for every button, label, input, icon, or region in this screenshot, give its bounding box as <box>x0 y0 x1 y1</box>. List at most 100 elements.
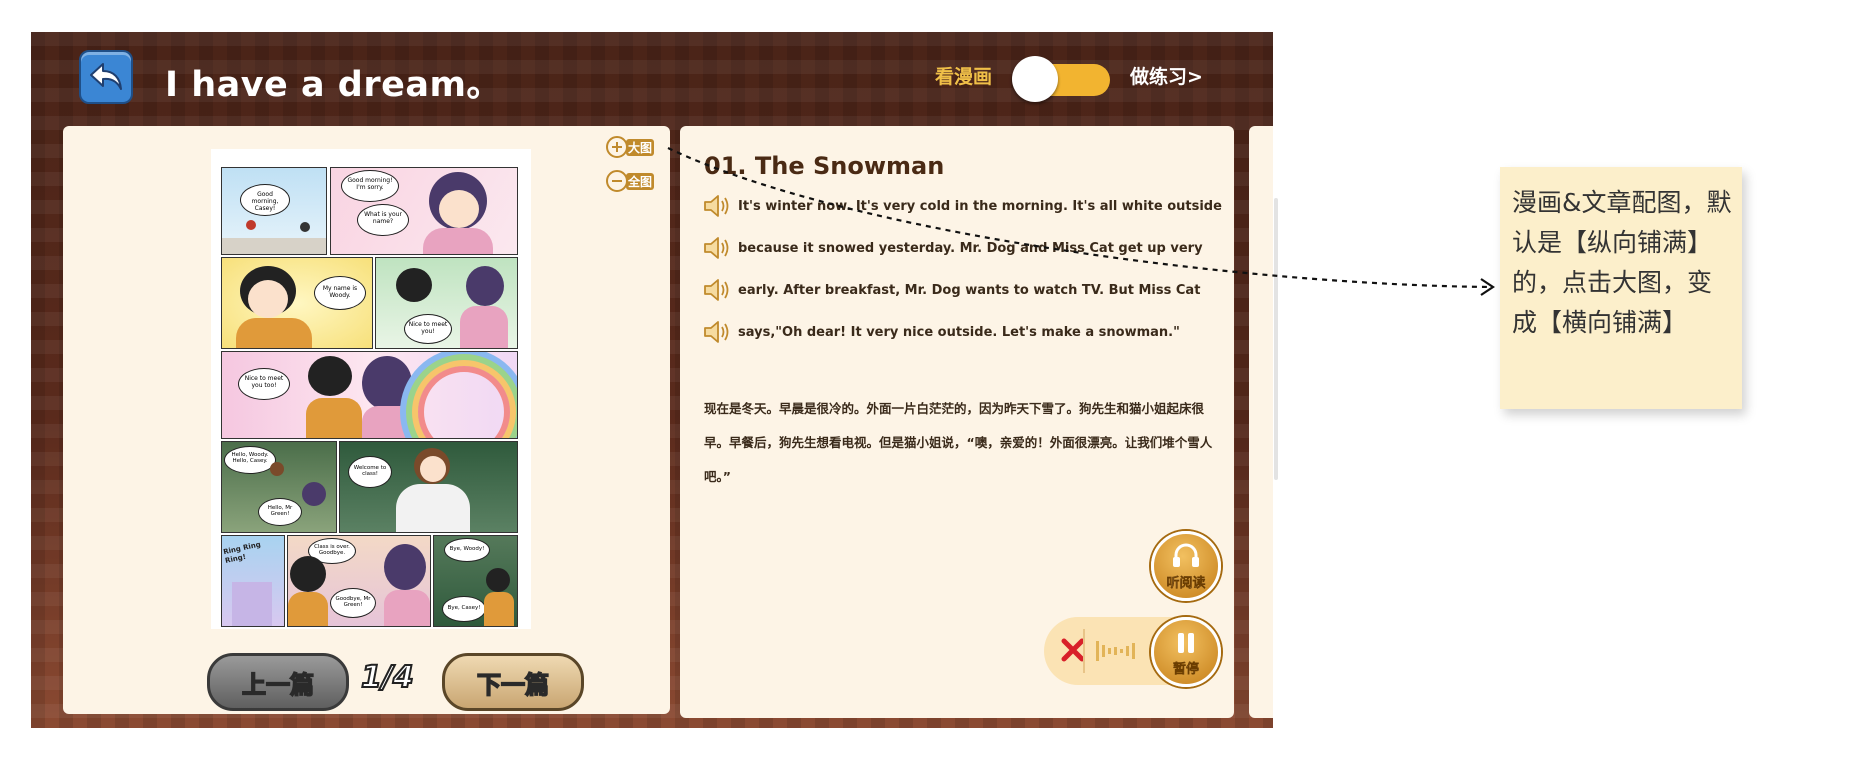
bubble-text: Hello, Mr Green! <box>267 505 293 517</box>
character <box>302 482 326 506</box>
building <box>232 582 272 626</box>
bubble-text: Nice to meet you too! <box>244 375 284 389</box>
character <box>466 266 504 306</box>
character <box>439 190 479 228</box>
comic-frame: Class is over. Goodbye. Goodbye, Mr Gree… <box>287 535 431 627</box>
divider <box>1083 629 1085 673</box>
bubble-text: My name is Woody. <box>322 285 358 299</box>
comic-frame: Nice to meet you too! <box>221 351 518 439</box>
comic-image[interactable]: Good morning, Casey! Good morning! I'm s… <box>211 149 531 629</box>
headphones-icon <box>1173 543 1199 567</box>
back-arrow-icon <box>90 63 122 90</box>
character <box>236 318 312 348</box>
listen-label: 听阅读 <box>1166 576 1206 591</box>
bubble-text: Bye, Woody! <box>449 546 485 552</box>
bubble-text: Welcome to class! <box>353 465 387 477</box>
pause-icon <box>1178 633 1194 653</box>
bubble-text: Hello, Woody. Hello, Casey. <box>231 452 269 464</box>
speech-bubble: Good morning, Casey! <box>240 184 290 216</box>
comic-frame: Hello, Woody. Hello, Casey. Hello, Mr Gr… <box>221 441 337 533</box>
character <box>290 556 326 592</box>
character <box>460 306 508 348</box>
speaker-icon[interactable] <box>702 234 732 262</box>
zoom-out-icon <box>606 170 628 192</box>
article-panel: 01. The Snowman It's winter now. It's ve… <box>680 126 1234 718</box>
bubble-text: Good morning, Casey! <box>251 191 279 212</box>
bubble-text: Good morning! I'm sorry. <box>347 177 393 191</box>
comic-panel: Good morning, Casey! Good morning! I'm s… <box>63 126 670 714</box>
character <box>362 356 412 410</box>
pause-button[interactable]: 暂停 <box>1151 617 1221 687</box>
speech-bubble: Nice to meet you too! <box>238 368 290 400</box>
english-line-2[interactable]: because it snowed yesterday. Mr. Dog and… <box>702 234 1203 262</box>
speech-bubble: My name is Woody. <box>314 276 366 310</box>
app-window: I have a dream。 看漫画 做练习> Good morning, C… <box>31 32 1273 728</box>
character <box>288 592 328 626</box>
speaker-icon[interactable] <box>702 276 732 304</box>
zoom-in-button[interactable]: 大图 <box>606 136 655 158</box>
english-text: says,"Oh dear! It very nice outside. Let… <box>738 324 1180 340</box>
character <box>246 220 256 230</box>
bubble-text: Nice to meet you! <box>408 321 448 335</box>
comic-frame: Good morning, Casey! <box>221 167 327 255</box>
article-title: 01. The Snowman <box>704 152 945 180</box>
bubble-text: Goodbye, Mr Green! <box>335 596 371 608</box>
speech-bubble: Hello, Mr Green! <box>258 498 302 526</box>
mode-comic-label[interactable]: 看漫画 <box>935 62 992 89</box>
mode-toggle[interactable] <box>1012 56 1110 102</box>
zoom-in-label: 大图 <box>626 138 655 156</box>
next-panel-peek[interactable] <box>1249 126 1273 718</box>
comic-frame: Nice to meet you! <box>375 257 518 349</box>
scrollbar[interactable] <box>1274 198 1278 480</box>
zoom-out-label: 全图 <box>626 172 655 190</box>
comic-frame: Welcome to class! <box>339 441 518 533</box>
character <box>486 568 510 592</box>
listen-reading-button[interactable]: 听阅读 <box>1151 531 1221 601</box>
speech-bubble: Welcome to class! <box>348 456 392 488</box>
next-article-button[interactable]: 下一篇 <box>442 653 584 711</box>
character <box>484 592 514 626</box>
character <box>362 406 418 438</box>
comic-frame: Ring Ring Ring! <box>221 535 285 627</box>
comic-frame: Bye, Woody! Bye, Casey! <box>433 535 518 627</box>
comic-frame: My name is Woody. <box>221 257 373 349</box>
bubble-text: What is your name? <box>364 211 402 225</box>
character <box>384 590 430 626</box>
english-text: because it snowed yesterday. Mr. Dog and… <box>738 240 1203 256</box>
english-line-1[interactable]: It's winter now. It's very cold in the m… <box>702 192 1222 220</box>
speaker-icon[interactable] <box>702 192 732 220</box>
annotation-note: 漫画&文章配图，默认是【纵向铺满】的，点击大图，变成【横向铺满】 <box>1500 167 1742 409</box>
toggle-knob <box>1012 56 1058 102</box>
speech-bubble: Goodbye, Mr Green! <box>330 588 376 618</box>
zoom-out-button[interactable]: 全图 <box>606 170 655 192</box>
english-line-4[interactable]: says,"Oh dear! It very nice outside. Let… <box>702 318 1180 346</box>
character <box>396 484 470 532</box>
exercise-link[interactable]: 做练习> <box>1130 62 1203 89</box>
rainbow <box>418 366 510 438</box>
speech-bubble: Nice to meet you! <box>404 314 452 344</box>
character <box>248 280 288 318</box>
page-indicator: 1/4 <box>360 659 415 696</box>
character <box>396 268 432 302</box>
comic-frame: Good morning! I'm sorry. What is your na… <box>330 167 518 255</box>
ground <box>222 238 326 254</box>
character <box>384 544 426 590</box>
prev-article-button[interactable]: 上一篇 <box>207 653 349 711</box>
back-button[interactable] <box>79 50 133 104</box>
character <box>270 462 284 476</box>
bubble-text: Class is over. Goodbye. <box>314 544 350 556</box>
character <box>300 222 310 232</box>
speech-bubble: Bye, Casey! <box>442 596 486 622</box>
speech-bubble: What is your name? <box>357 204 409 236</box>
page-title: I have a dream。 <box>165 65 502 105</box>
zoom-in-icon <box>606 136 628 158</box>
character <box>420 456 446 482</box>
speech-bubble: Hello, Woody. Hello, Casey. <box>224 446 276 474</box>
pause-label: 暂停 <box>1172 662 1199 677</box>
speaker-icon[interactable] <box>702 318 732 346</box>
bubble-text: Bye, Casey! <box>447 605 481 611</box>
character <box>306 398 362 438</box>
character <box>423 228 493 254</box>
english-line-3[interactable]: early. After breakfast, Mr. Dog wants to… <box>702 276 1200 304</box>
speech-bubble: Good morning! I'm sorry. <box>341 170 399 202</box>
